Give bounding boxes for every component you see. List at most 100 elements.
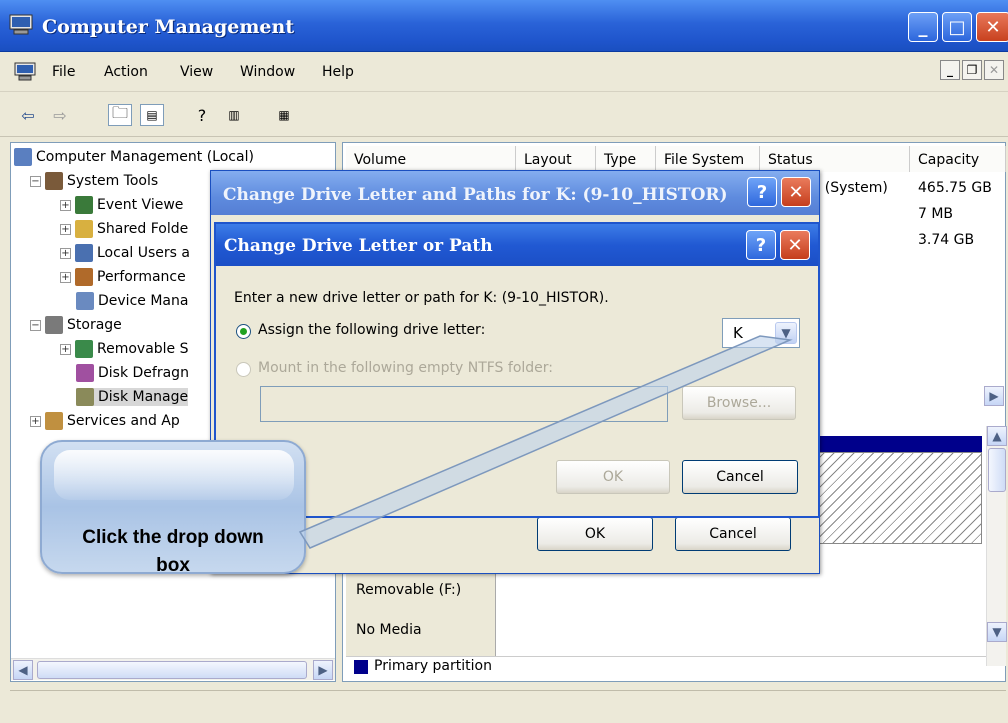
mount-folder-radio[interactable] <box>236 362 251 377</box>
console-menu-icon[interactable] <box>14 62 36 82</box>
drive-letter-select[interactable]: K ▼ <box>722 318 800 348</box>
drive-letter-value: K <box>733 324 743 342</box>
tree-item-label: System Tools <box>67 173 159 189</box>
status-cell: y (System) <box>812 180 888 196</box>
tree-item-local-users[interactable]: + Local Users a <box>60 244 190 262</box>
menu-bar <box>0 52 1008 92</box>
no-media-label: No Media <box>356 622 422 638</box>
tree-item-shared-folders[interactable]: + Shared Folde <box>60 220 188 238</box>
performance-icon <box>75 268 93 286</box>
tree-horizontal-scrollbar[interactable]: ◀ ▶ <box>11 658 335 680</box>
help-icon[interactable]: ? <box>190 104 214 126</box>
column-type[interactable]: Type <box>596 146 656 172</box>
callout-text: Click the drop down box <box>40 524 306 580</box>
event-viewer-icon <box>75 196 93 214</box>
partition-header-bar <box>814 436 982 452</box>
up-folder-icon[interactable]: 🗀 <box>108 103 132 126</box>
capacity-cell: 7 MB <box>918 206 954 222</box>
tree-item-system-tools[interactable]: − System Tools <box>30 172 158 190</box>
chevron-down-icon[interactable]: ▼ <box>775 322 797 344</box>
mount-folder-input[interactable] <box>260 386 668 422</box>
close-button[interactable]: ✕ <box>781 177 811 207</box>
child-close-button[interactable]: ✕ <box>984 60 1004 80</box>
tree-root-label: Computer Management (Local) <box>36 149 254 165</box>
tree-item-removable-storage[interactable]: + Removable S <box>60 340 189 358</box>
tree-item-label: Event Viewe <box>97 197 184 213</box>
column-status[interactable]: Status <box>760 146 910 172</box>
column-capacity[interactable]: Capacity <box>910 146 1006 172</box>
tree-item-device-manager[interactable]: Device Mana <box>76 292 188 310</box>
computer-icon <box>14 148 32 166</box>
cancel-button[interactable]: Cancel <box>675 517 791 551</box>
tree-item-performance[interactable]: + Performance <box>60 268 186 286</box>
defragmenter-icon <box>76 364 94 382</box>
browse-button[interactable]: Browse... <box>682 386 796 420</box>
cancel-button[interactable]: Cancel <box>682 460 798 494</box>
window-title: Computer Management <box>42 16 295 38</box>
scroll-thumb[interactable] <box>988 448 1006 492</box>
show-hide-tree-icon[interactable]: ▤ <box>140 104 164 126</box>
tree-item-label: Device Mana <box>98 293 189 309</box>
services-icon <box>45 412 63 430</box>
tree-item-storage[interactable]: − Storage <box>30 316 122 334</box>
partition-block[interactable] <box>814 452 982 544</box>
callout-line-2: box <box>156 555 190 576</box>
capacity-cell: 3.74 GB <box>918 232 975 248</box>
forward-arrow-icon[interactable]: ⇨ <box>48 104 72 126</box>
tree-root[interactable]: Computer Management (Local) <box>14 148 254 166</box>
device-manager-icon <box>76 292 94 310</box>
mount-folder-label[interactable]: Mount in the following empty NTFS folder… <box>258 360 553 376</box>
column-layout[interactable]: Layout <box>516 146 596 172</box>
scroll-up-button[interactable]: ▲ <box>987 426 1007 446</box>
tree-item-event-viewer[interactable]: + Event Viewe <box>60 196 183 214</box>
tree-item-label: Storage <box>67 317 122 333</box>
dialog-title: Change Drive Letter and Paths for K: (9-… <box>223 185 728 205</box>
list-scroll-right-button[interactable]: ▶ <box>984 386 1004 406</box>
menu-window[interactable]: Window <box>240 64 295 80</box>
scroll-thumb[interactable] <box>37 661 307 679</box>
menu-file[interactable]: File <box>52 64 75 80</box>
menu-view[interactable]: View <box>180 64 213 80</box>
column-file-system[interactable]: File System <box>656 146 760 172</box>
tree-item-services-applications[interactable]: + Services and Ap <box>30 412 180 430</box>
shared-folder-icon <box>75 220 93 238</box>
tree-item-label: Disk Defragn <box>98 365 189 381</box>
close-button[interactable]: ✕ <box>780 230 810 260</box>
child-minimize-button[interactable]: _ <box>940 60 960 80</box>
ok-button[interactable]: OK <box>537 517 653 551</box>
tree-item-disk-management[interactable]: Disk Manage <box>76 388 189 406</box>
assign-letter-label[interactable]: Assign the following drive letter: <box>258 322 485 338</box>
menu-help[interactable]: Help <box>322 64 354 80</box>
callout-line-1: Click the drop down <box>82 527 264 548</box>
tree-item-label: Services and Ap <box>67 413 180 429</box>
legend-primary-partition: Primary partition <box>374 658 492 674</box>
scroll-down-button[interactable]: ▼ <box>987 622 1007 642</box>
properties-icon[interactable]: ▦ <box>272 104 296 126</box>
tree-item-label: Performance <box>97 269 186 285</box>
help-button[interactable]: ? <box>747 177 777 207</box>
scroll-right-button[interactable]: ▶ <box>313 660 333 680</box>
back-arrow-icon[interactable]: ⇦ <box>16 104 40 126</box>
action-pane-icon[interactable]: ▥ <box>222 104 246 126</box>
tree-item-disk-defragmenter[interactable]: Disk Defragn <box>76 364 189 382</box>
status-bar <box>10 690 1006 718</box>
ok-button[interactable]: OK <box>556 460 670 494</box>
help-button[interactable]: ? <box>746 230 776 260</box>
menu-action[interactable]: Action <box>104 64 148 80</box>
tree-item-label: Disk Manage <box>98 389 189 405</box>
disk-management-icon <box>76 388 94 406</box>
disk-view-vertical-scrollbar[interactable]: ▲ ▼ <box>986 426 1007 666</box>
prompt-text: Enter a new drive letter or path for K: … <box>234 290 609 306</box>
mdi-controls: _ ❐ ✕ <box>940 60 1004 80</box>
minimize-button[interactable]: _ <box>908 12 938 42</box>
close-button[interactable]: ✕ <box>976 12 1008 42</box>
assign-letter-radio[interactable] <box>236 324 251 339</box>
tree-item-label: Shared Folde <box>97 221 189 237</box>
removable-disk-label: Removable (F:) <box>356 582 462 598</box>
scroll-left-button[interactable]: ◀ <box>13 660 33 680</box>
column-volume[interactable]: Volume <box>346 146 516 172</box>
capacity-cell: 465.75 GB <box>918 180 992 196</box>
maximize-button[interactable]: □ <box>942 12 972 42</box>
primary-partition-swatch <box>354 660 368 674</box>
child-restore-button[interactable]: ❐ <box>962 60 982 80</box>
